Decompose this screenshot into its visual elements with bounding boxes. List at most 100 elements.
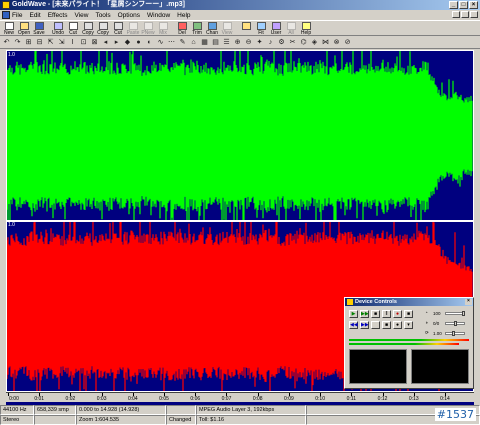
menu-file[interactable]: File [12,12,22,19]
speed-slider-knob[interactable] [452,331,455,336]
effect-tool-11[interactable]: ◆ [123,38,132,47]
close-button[interactable]: × [469,1,478,9]
toolbar-button-18[interactable]: All [284,21,298,36]
effect-tool-20[interactable]: ☰ [222,38,231,47]
maximize-button[interactable]: □ [459,1,468,9]
effect-tool-4[interactable]: ⇱ [46,38,55,47]
menu-window[interactable]: Window [147,12,170,19]
toolbar-button-0[interactable]: New [2,21,16,36]
toolbar-button-10[interactable]: Mix [156,21,170,36]
effect-tool-26[interactable]: ✂ [288,38,297,47]
title-bar[interactable]: GoldWave - [未来パライト！「星屑シンフーー」.mp3] _ □ × [0,0,480,10]
effect-tool-13[interactable]: ◐ [145,38,154,47]
effect-tool-23[interactable]: ✦ [255,38,264,47]
effect-tool-8[interactable]: ⊠ [90,38,99,47]
balance-slider-knob[interactable] [454,321,457,326]
toolbar-button-label: Open [17,30,31,36]
device-controls-window[interactable]: Device Controls × ▶ ▶▶ ■ ‖ ● ■ ◀◀ ▶▶ ■ ● ▾ ◔ 100 … [344,297,474,389]
volume-slider[interactable] [445,311,465,316]
toolbar-button-1[interactable]: Open [17,21,31,36]
transport-buttons_row2-button-0[interactable]: ◀◀ [349,321,358,329]
toolbar-button-label: Fit [258,30,264,36]
effect-tool-12[interactable]: ● [134,38,143,47]
transport-buttons_row1-button-0[interactable]: ▶ [349,310,358,318]
effect-tool-29[interactable]: ⋈ [321,38,330,47]
effect-tool-7[interactable]: ⊡ [79,38,88,47]
effect-tool-2[interactable]: ⊞ [24,38,33,47]
effect-tool-27[interactable]: ⌬ [299,38,308,47]
effect-tool-0[interactable]: ↶ [2,38,11,47]
toolbar-button-4[interactable]: Cut [66,21,80,36]
toolbar-button-8[interactable]: Paste [126,21,140,36]
transport-buttons_row2-button-5[interactable]: ▾ [404,321,413,329]
transport-buttons_row2-button-4[interactable]: ● [393,321,402,329]
device-controls-close-button[interactable]: × [465,299,472,305]
effect-tool-24[interactable]: ♪ [266,38,275,47]
menu-effects[interactable]: Effects [48,12,68,19]
effect-tool-6[interactable]: I [68,38,77,47]
transport-buttons_row1-button-1[interactable]: ▶▶ [360,310,369,318]
balance-slider[interactable] [445,321,465,326]
effect-tool-31[interactable]: ⊘ [343,38,352,47]
toolbar-button-13[interactable]: Chan [205,21,219,36]
toolbar-button-5[interactable]: Copy [81,21,95,36]
transport-row-2: ◀◀ ▶▶ ■ ● ▾ [349,321,413,329]
transport-buttons_row2-button-1[interactable]: ▶▶ [360,321,369,329]
transport-buttons_row1-button-5[interactable]: ■ [404,310,413,318]
transport-buttons_row1-button-4[interactable]: ● [393,310,402,318]
minimize-button[interactable]: _ [449,1,458,9]
transport-buttons_row1-button-3[interactable]: ‖ [382,310,391,318]
speed-slider[interactable] [445,331,465,336]
toolbar-button-19[interactable]: Help [299,21,313,36]
status-toll: Toll: $1.16 [196,415,306,425]
volume-slider-knob[interactable] [462,311,465,316]
toolbar-button-11[interactable]: Del [175,21,189,36]
transport-buttons_row1-button-2[interactable]: ■ [371,310,380,318]
balance-value: 0/0 [433,321,440,326]
level-meter-right [349,343,459,345]
toolbar-button-16[interactable]: Fit [254,21,268,36]
effect-tool-19[interactable]: ▤ [211,38,220,47]
document-icon[interactable] [2,11,10,19]
effect-tool-17[interactable]: ⌂ [189,38,198,47]
effect-tool-28[interactable]: ◈ [310,38,319,47]
toolbar-button-9[interactable]: PNew [141,21,155,36]
effect-tool-5[interactable]: ⇲ [57,38,66,47]
right-channel-scale-label: 1.0 [8,222,15,228]
menu-tools[interactable]: Tools [95,12,110,19]
toolbar-button-17[interactable]: User [269,21,283,36]
transport-buttons_row2-button-3[interactable]: ■ [382,321,391,329]
toolbar-button-12[interactable]: Trim [190,21,204,36]
effect-tool-9[interactable]: ◂ [101,38,110,47]
device-controls-title-bar[interactable]: Device Controls × [345,298,473,306]
effect-tool-25[interactable]: ⚙ [277,38,286,47]
effect-tool-21[interactable]: ⊕ [233,38,242,47]
main-toolbar: New Open Save Undo Cut Copy Copy Cut Paste PNew Mi… [0,20,480,36]
effect-tool-30[interactable]: ⊗ [332,38,341,47]
menu-edit[interactable]: Edit [29,12,40,19]
status-modified: Changed [166,415,196,425]
toolbar-button-2[interactable]: Save [32,21,46,36]
effect-tool-14[interactable]: ∿ [156,38,165,47]
effect-tool-16[interactable]: ✎ [178,38,187,47]
toolbar-button-3[interactable]: Undo [51,21,65,36]
doc-close-button[interactable] [470,11,478,18]
menu-view[interactable]: View [74,12,88,19]
menu-help[interactable]: Help [177,12,190,19]
doc-minimize-button[interactable] [452,11,460,18]
status-blank-1 [166,405,196,415]
toolbar-button-15[interactable] [239,21,253,36]
toolbar-button-7[interactable]: Cut [111,21,125,36]
effect-tool-22[interactable]: ⊖ [244,38,253,47]
effect-tool-10[interactable]: ▸ [112,38,121,47]
toolbar-button-14[interactable]: View [220,21,234,36]
toolbar-button-6[interactable]: Copy [96,21,110,36]
menu-options[interactable]: Options [118,12,140,19]
effect-tool-3[interactable]: ⊟ [35,38,44,47]
transport-buttons_row2-button-2[interactable] [371,321,380,329]
time-ruler[interactable]: 0:00 0:01 0:02 0:03 0:04 0:05 0:06 0:07 0:08 0:09… [6,392,474,402]
doc-restore-button[interactable] [461,11,469,18]
effect-tool-1[interactable]: ↷ [13,38,22,47]
effect-tool-15[interactable]: ⋯ [167,38,176,47]
effect-tool-18[interactable]: ▦ [200,38,209,47]
